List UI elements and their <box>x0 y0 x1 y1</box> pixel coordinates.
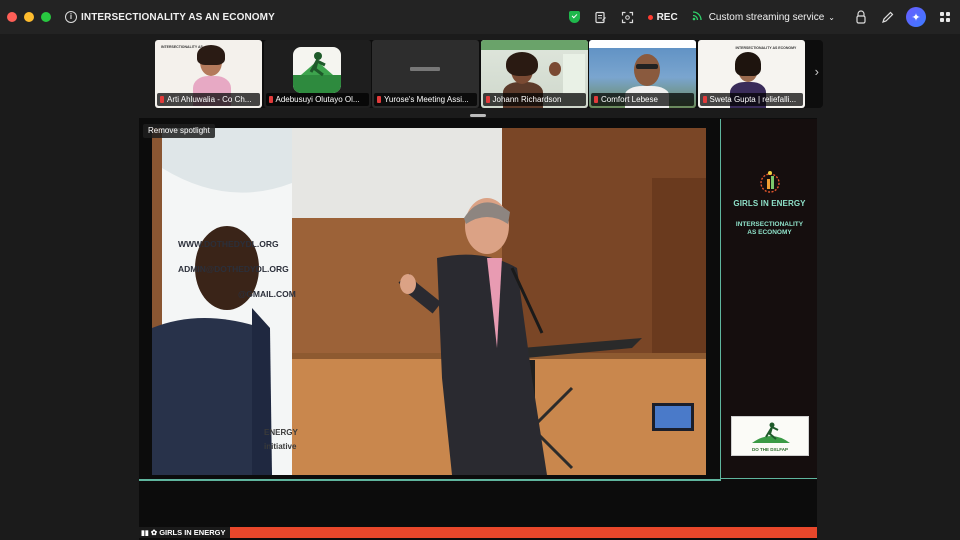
participant-tile[interactable]: Adebusuyi Olutayo Ol... <box>263 40 371 108</box>
profile-logo <box>292 47 341 93</box>
participant-name: Comfort Lebese <box>591 93 694 106</box>
lower-third-ticker: ▮▮ ✿ GIRLS IN ENERGY <box>139 527 817 538</box>
signal-bars-icon: ▮▮ <box>141 530 149 537</box>
chevron-right-icon[interactable]: › <box>815 64 819 79</box>
participant-tile[interactable]: Comfort Lebese <box>589 40 696 108</box>
zoom-window-button[interactable] <box>41 12 51 22</box>
security-shield-icon[interactable] <box>568 11 580 23</box>
lock-meeting-icon[interactable] <box>855 10 867 24</box>
window-controls <box>7 12 51 22</box>
zoom-meeting-window: i INTERSECTIONALITY AS AN ECONOMY REC Cu… <box>0 0 960 540</box>
partner-logo-text: DO THE DXLFAP <box>751 447 788 452</box>
poster-decor <box>562 54 585 94</box>
divider <box>139 479 721 481</box>
banner-footer-text: ENERGY initiative <box>264 428 298 451</box>
participant-name: Arti Ahluwalia - Co Ch... <box>157 93 260 106</box>
minimize-window-button[interactable] <box>24 12 34 22</box>
participant-name: Sweta Gupta | reliefalli... <box>699 93 803 106</box>
slide-text-decor: INTERSECTIONALITY AS ECONOMY <box>735 46 797 50</box>
header-decor <box>589 40 696 48</box>
partner-logo: DO THE DXLFAP <box>731 416 809 456</box>
close-window-button[interactable] <box>7 12 17 22</box>
recording-indicator[interactable]: REC <box>647 11 678 23</box>
participant-tile[interactable]: INTERSECTIONALITY AS Arti Ahluwalia - Co… <box>155 40 262 108</box>
app-logo-decor <box>410 67 440 71</box>
girls-in-energy-logo-icon <box>760 171 780 193</box>
remove-spotlight-button[interactable]: Remove spotlight <box>143 124 215 138</box>
apps-grid-icon[interactable] <box>940 12 950 22</box>
toolbar-right: REC Custom streaming service ⌄ ✦ <box>555 0 950 34</box>
rec-label: REC <box>656 11 678 23</box>
recording-dot-icon <box>647 14 653 20</box>
participant-name: Adebusuyi Olutayo Ol... <box>265 93 369 106</box>
participant-tile[interactable]: INTERSECTIONALITY AS ECONOMY Sweta Gupta… <box>697 40 805 108</box>
brand-title: GIRLS IN ENERGY <box>733 199 806 208</box>
spotlight-video[interactable]: WWW.DOTHEDYDL.ORG ADMIN@DOTHEDYDL.ORG @G… <box>152 128 706 475</box>
title-bar: i INTERSECTIONALITY AS AN ECONOMY REC Cu… <box>0 0 960 34</box>
slide-text-decor: INTERSECTIONALITY AS <box>161 45 203 49</box>
streaming-menu[interactable]: Custom streaming service ⌄ <box>692 10 835 24</box>
second-person-face <box>548 62 561 76</box>
annotate-pencil-icon[interactable] <box>881 11 894 24</box>
notes-icon[interactable] <box>594 11 607 24</box>
streaming-icon <box>692 10 703 24</box>
meeting-title: INTERSECTIONALITY AS AN ECONOMY <box>81 11 275 23</box>
chevron-down-icon: ⌄ <box>828 12 835 22</box>
ticker-label: ▮▮ ✿ GIRLS IN ENERGY <box>139 527 231 538</box>
participant-name: Yurose's Meeting Assi... <box>374 93 477 106</box>
background-decor <box>480 40 588 50</box>
participant-name: Johann Richardson <box>482 93 586 106</box>
runner-logo-icon <box>752 422 790 443</box>
participant-thumbnail-strip: INTERSECTIONALITY AS Arti Ahluwalia - Co… <box>155 40 823 108</box>
person-hair <box>505 52 538 76</box>
branding-panel: GIRLS IN ENERGY INTERSECTIONALITY AS ECO… <box>720 119 817 479</box>
participant-tile[interactable]: Yurose's Meeting Assi... <box>372 40 479 108</box>
person-hair <box>197 45 225 65</box>
focus-mode-icon[interactable] <box>621 11 634 24</box>
ai-companion-sparkle-icon[interactable]: ✦ <box>906 7 926 27</box>
brand-subtitle: INTERSECTIONALITY AS ECONOMY <box>735 221 804 236</box>
participant-tile[interactable]: Johann Richardson <box>480 40 588 108</box>
glasses-decor <box>636 64 658 69</box>
resize-drag-handle[interactable] <box>470 114 486 117</box>
streaming-label: Custom streaming service <box>708 11 825 23</box>
person-hair <box>734 52 761 76</box>
person-face <box>634 54 660 86</box>
meeting-info-icon[interactable]: i <box>65 11 77 23</box>
banner-text: WWW.DOTHEDYDL.ORG ADMIN@DOTHEDYDL.ORG @G… <box>178 239 296 299</box>
runner-icon: ✿ <box>150 528 158 537</box>
